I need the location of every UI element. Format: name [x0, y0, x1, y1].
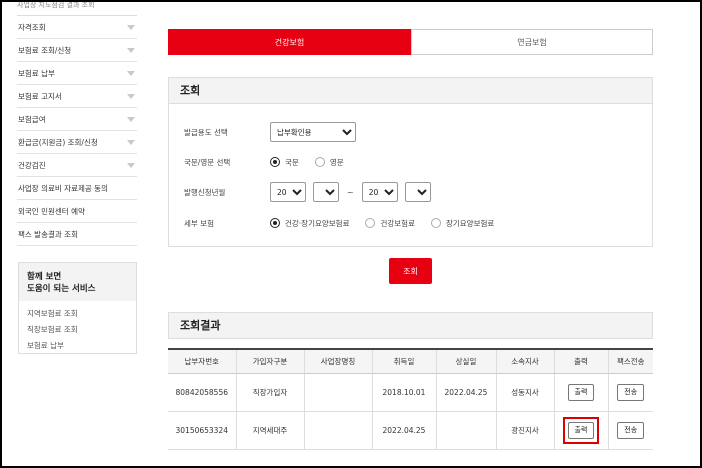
- radio-dot-icon: [314, 157, 325, 167]
- cell-fax: 전송: [607, 411, 653, 450]
- sidebar-item-label: 환급금(지원금) 조회/신청: [18, 137, 98, 147]
- insurance-tabs: 건강보험 연금보험: [168, 29, 653, 55]
- radio-dot-icon: [365, 218, 376, 228]
- sidebar-item-label: 보험료 조회/신청: [18, 45, 72, 55]
- chevron-down-icon: [127, 93, 135, 99]
- col-fax: 팩스전송: [607, 348, 653, 374]
- radio-dot-icon: [270, 218, 280, 228]
- highlight-box: 출력: [562, 416, 600, 444]
- col-workplace: 사업장명칭: [303, 348, 372, 374]
- insurance-type-row: 세부 보험 건강·장기요양보험료 건강보험료 장기요양보험료: [184, 213, 510, 233]
- sidebar-item[interactable]: 사업장 의료비 자료제공 동의: [17, 177, 137, 200]
- cell-type: 직장가입자: [235, 373, 304, 412]
- language-row: 국문/영문 선택 국문 영문: [184, 152, 360, 172]
- fax-send-button[interactable]: 전송: [617, 421, 645, 439]
- fax-send-button[interactable]: 전송: [617, 383, 645, 401]
- sidebar-item-label: 보험료 납부: [18, 68, 55, 78]
- result-header-row: 납부자번호 가입자구분 사업장명칭 취득일 상실일 소속지사 출력 팩스전송: [168, 348, 653, 374]
- sidebar-item[interactable]: 팩스 발송결과 조회: [17, 223, 137, 246]
- radio-dot-icon: [270, 157, 280, 167]
- cell-print: 출력: [553, 373, 608, 412]
- radio-health-longterm[interactable]: 건강·장기요양보험료: [270, 218, 349, 229]
- related-link-regional[interactable]: 지역보험료 조회: [27, 306, 136, 322]
- print-button[interactable]: 출력: [567, 383, 595, 401]
- sidebar-item[interactable]: 보험료 납부: [17, 62, 137, 85]
- related-services-box: 함께 보면 도움이 되는 서비스 지역보험료 조회 직장보험료 조회 보험료 납…: [18, 262, 137, 354]
- sidebar-item[interactable]: 보험료 고지서: [17, 85, 137, 108]
- sidebar-top-item[interactable]: 사업장 지도점검 결과 조회: [17, 2, 137, 16]
- cell-lost: 2022.04.25: [435, 373, 496, 412]
- radio-longterm[interactable]: 장기요양보험료: [430, 218, 494, 229]
- language-label: 국문/영문 선택: [184, 157, 231, 167]
- search-panel: 조회 발급용도 선택 납부확인용 국문/영문 선택 국문 영문 발행신청년월 2…: [168, 77, 653, 247]
- table-row: 80842058556 직장가입자 2018.10.01 2022.04.25 …: [168, 373, 653, 412]
- sidebar-item-label: 보험급여: [18, 114, 46, 124]
- period-row: 발행신청년월 2022 1 ~ 2022 12: [184, 182, 431, 202]
- result-title: 조회결과: [168, 312, 653, 339]
- print-button-highlighted[interactable]: 출력: [567, 421, 595, 439]
- sidebar-item[interactable]: 보험료 조회/신청: [17, 39, 137, 62]
- chevron-down-icon: [127, 116, 135, 122]
- purpose-select[interactable]: 납부확인용: [270, 122, 356, 142]
- sidebar-item[interactable]: 환급금(지원금) 조회/신청: [17, 131, 137, 154]
- related-services-title: 함께 보면 도움이 되는 서비스: [19, 263, 136, 301]
- from-year-select[interactable]: 2022: [270, 182, 306, 202]
- tab-health-insurance[interactable]: 건강보험: [168, 29, 411, 55]
- sidebar-item[interactable]: 건강검진: [17, 154, 137, 177]
- radio-dot-icon: [430, 218, 441, 228]
- col-acquired: 취득일: [371, 348, 436, 374]
- radio-health[interactable]: 건강보험료: [365, 218, 415, 229]
- cell-fax: 전송: [607, 373, 653, 412]
- sidebar-item[interactable]: 외국인 민원센터 예약: [17, 200, 137, 223]
- sidebar-item-label: 보험료 고지서: [18, 91, 62, 101]
- cell-branch: 성동지사: [495, 373, 554, 412]
- chevron-down-icon: [127, 47, 135, 53]
- to-year-select[interactable]: 2022: [361, 182, 398, 202]
- col-lost: 상실일: [435, 348, 496, 374]
- sidebar-item[interactable]: 자격조회: [17, 16, 137, 39]
- table-row: 30150653324 지역세대주 2022.04.25 광진지사 출력 전송: [168, 411, 653, 450]
- period-separator: ~: [347, 187, 354, 197]
- from-month-select[interactable]: 1: [313, 182, 339, 202]
- purpose-label: 발급용도 선택: [184, 127, 228, 137]
- cell-payer-no: 30150653324: [168, 411, 236, 450]
- sidebar-item-label: 건강검진: [18, 160, 46, 170]
- cell-acquired: 2022.04.25: [371, 411, 436, 450]
- period-label: 발행신청년월: [184, 187, 226, 197]
- radio-english[interactable]: 영문: [314, 157, 344, 168]
- related-link-payment[interactable]: 보험료 납부: [27, 338, 136, 354]
- search-button[interactable]: 조회: [389, 258, 432, 284]
- result-table: 납부자번호 가입자구분 사업장명칭 취득일 상실일 소속지사 출력 팩스전송 8…: [168, 348, 653, 450]
- cell-lost: [435, 411, 496, 450]
- col-print: 출력: [553, 348, 608, 374]
- sidebar-item[interactable]: 보험급여: [17, 108, 137, 131]
- cell-branch: 광진지사: [495, 411, 554, 450]
- col-subscriber-type: 가입자구분: [235, 348, 304, 374]
- sidebar-item-label: 외국인 민원센터 예약: [18, 206, 85, 216]
- chevron-down-icon: [127, 70, 135, 76]
- cell-workplace: [303, 411, 372, 450]
- chevron-down-icon: [127, 162, 135, 168]
- cell-workplace: [303, 373, 372, 412]
- sidebar-item-label: 사업장 의료비 자료제공 동의: [18, 183, 108, 193]
- cell-acquired: 2018.10.01: [371, 373, 436, 412]
- chevron-down-icon: [127, 24, 135, 30]
- radio-korean[interactable]: 국문: [270, 157, 299, 168]
- search-panel-title: 조회: [169, 78, 652, 104]
- sidebar-item-label: 팩스 발송결과 조회: [18, 229, 78, 239]
- related-link-workplace[interactable]: 직장보험료 조회: [27, 322, 136, 338]
- col-branch: 소속지사: [495, 348, 554, 374]
- sidebar-item-label: 자격조회: [18, 22, 46, 32]
- sidebar: 사업장 지도점검 결과 조회 자격조회보험료 조회/신청보험료 납부보험료 고지…: [17, 2, 137, 246]
- cell-payer-no: 80842058556: [168, 373, 236, 412]
- purpose-row: 발급용도 선택 납부확인용: [184, 122, 356, 142]
- tab-pension-insurance[interactable]: 연금보험: [411, 29, 653, 55]
- col-payer-no: 납부자번호: [168, 348, 236, 374]
- cell-type: 지역세대주: [235, 411, 304, 450]
- cell-print: 출력: [553, 411, 608, 450]
- to-month-select[interactable]: 12: [404, 182, 431, 202]
- chevron-down-icon: [127, 139, 135, 145]
- insurance-type-label: 세부 보험: [184, 218, 214, 228]
